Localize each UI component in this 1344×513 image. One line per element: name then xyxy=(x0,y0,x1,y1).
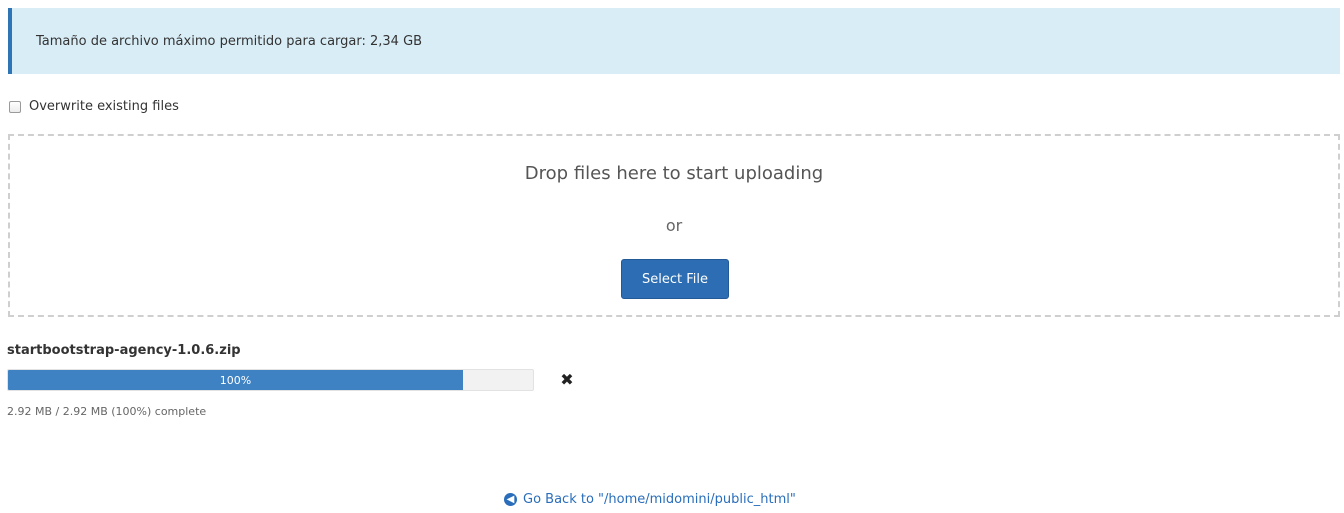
file-dropzone[interactable]: Drop files here to start uploading or Se… xyxy=(8,134,1340,317)
upload-status-text: 2.92 MB / 2.92 MB (100%) complete xyxy=(7,405,207,418)
upload-progress-fill: 100% xyxy=(8,370,463,390)
dropzone-or-text: or xyxy=(665,216,683,235)
dropzone-title: Drop files here to start uploading xyxy=(524,163,824,184)
close-icon[interactable]: ✖ xyxy=(560,370,574,389)
select-file-button[interactable]: Select File xyxy=(621,259,729,299)
go-back-link[interactable]: ◀ Go Back to "/home/midomini/public_html… xyxy=(504,492,796,507)
file-upload-page: Tamaño de archivo máximo permitido para … xyxy=(0,0,1344,513)
overwrite-checkbox[interactable] xyxy=(9,100,21,113)
uploaded-file-name: startbootstrap-agency-1.0.6.zip xyxy=(7,343,241,358)
upload-progress-bar: 100% xyxy=(7,369,534,391)
go-back-label: Go Back to "/home/midomini/public_html" xyxy=(523,492,796,507)
overwrite-label[interactable]: Overwrite existing files xyxy=(29,99,179,114)
circle-arrow-left-icon: ◀ xyxy=(504,493,517,506)
max-upload-size-banner: Tamaño de archivo máximo permitido para … xyxy=(8,8,1340,74)
max-upload-size-text: Tamaño de archivo máximo permitido para … xyxy=(36,33,423,49)
upload-progress-label: 100% xyxy=(219,373,252,387)
overwrite-option: Overwrite existing files xyxy=(9,99,179,114)
